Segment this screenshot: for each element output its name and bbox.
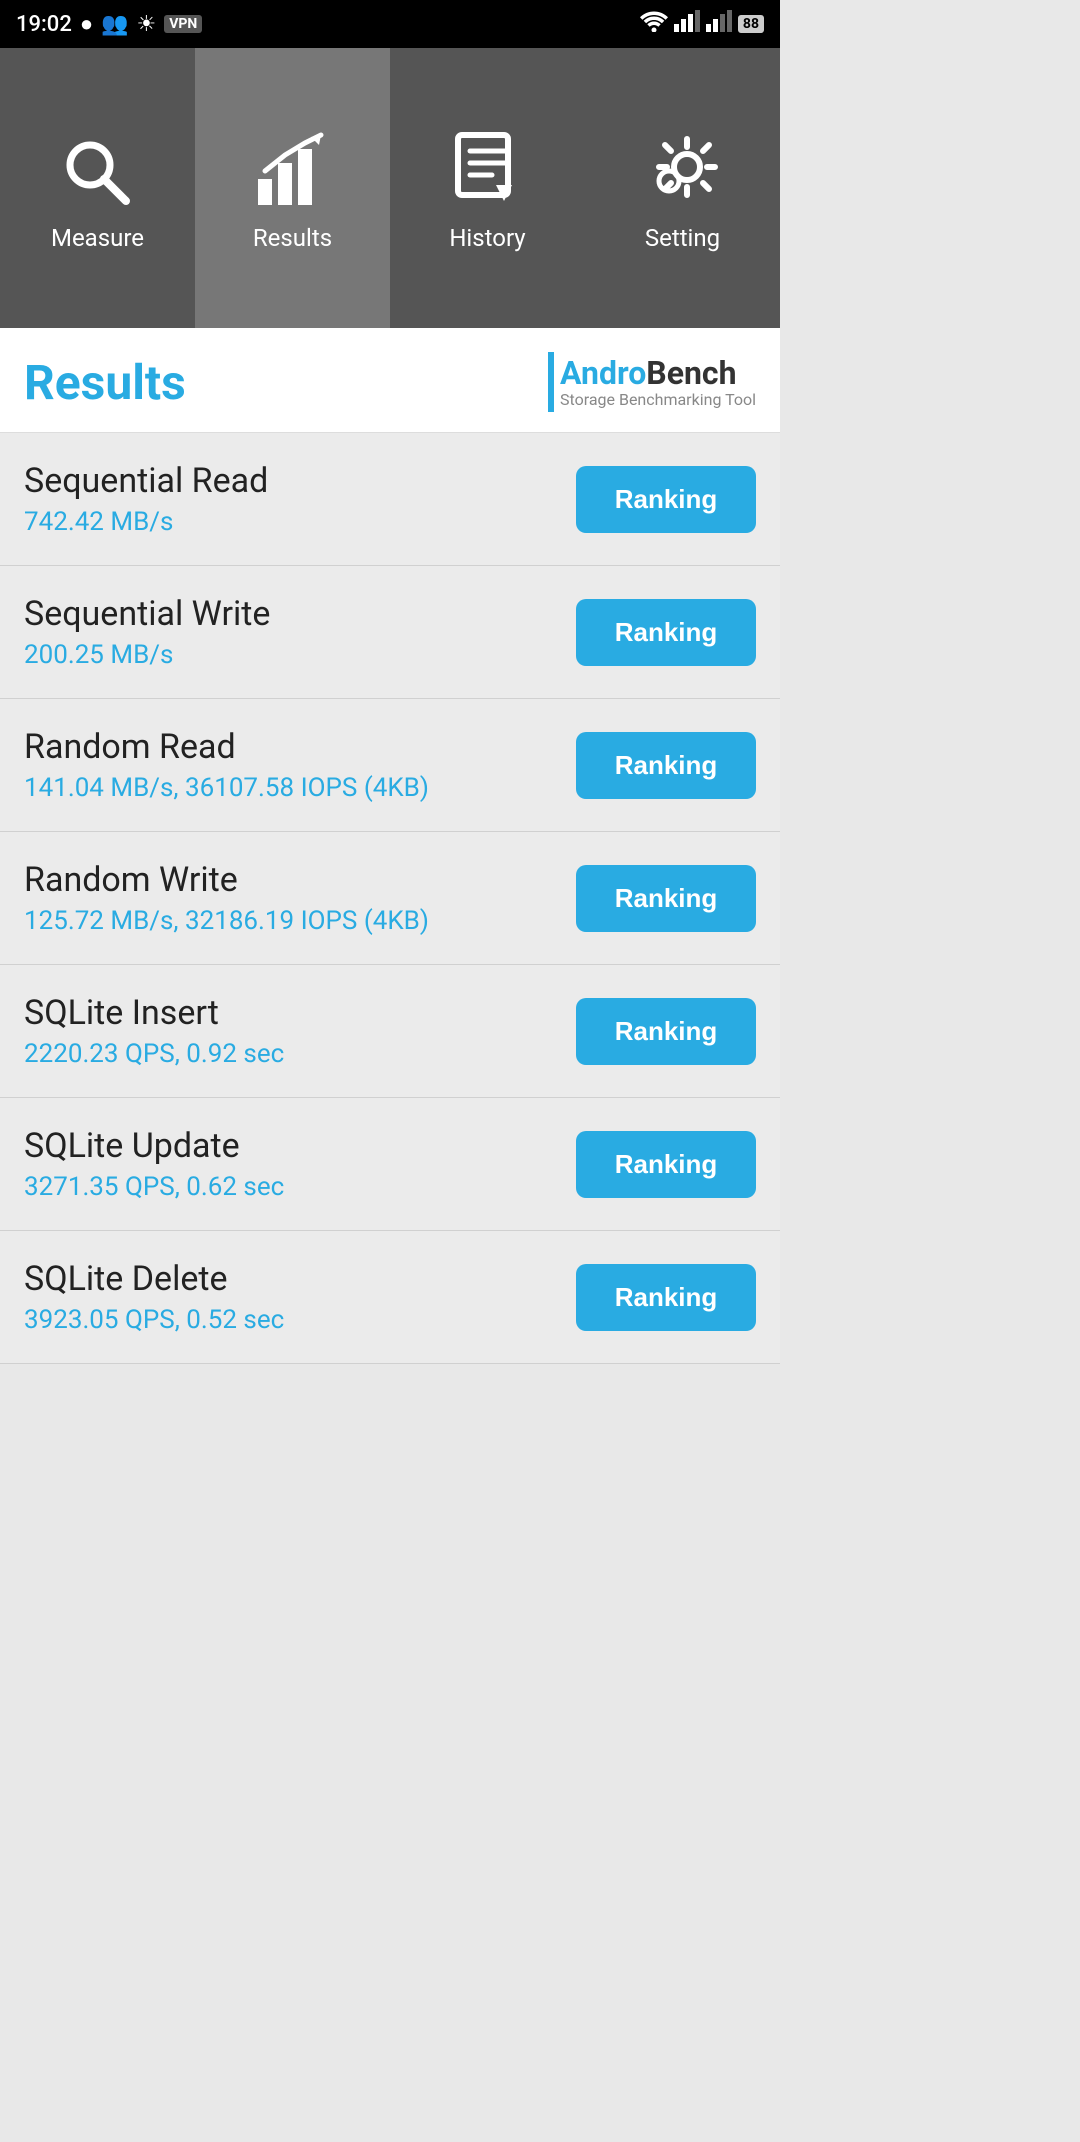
status-notif: ● (80, 11, 93, 37)
result-info: Random Read 141.04 MB/s, 36107.58 IOPS (4… (24, 727, 576, 803)
result-row: SQLite Delete 3923.05 QPS, 0.52 secRankin… (0, 1231, 780, 1364)
vpn-badge: VPN (164, 15, 202, 33)
brand-text-wrapper: AndroBench Storage Benchmarking Tool (560, 356, 756, 409)
status-people-icon: 👥 (101, 12, 128, 37)
result-row: SQLite Insert 2220.23 QPS, 0.92 secRankin… (0, 965, 780, 1098)
result-info: Sequential Read 742.42 MB/s (24, 461, 576, 537)
result-info: SQLite Update 3271.35 QPS, 0.62 sec (24, 1126, 576, 1202)
status-brightness-icon: ☀ (137, 12, 157, 37)
result-info: Random Write 125.72 MB/s, 32186.19 IOPS (… (24, 860, 576, 936)
signal-icon (674, 10, 700, 38)
ranking-button[interactable]: Ranking (576, 466, 756, 533)
tab-results[interactable]: Results (195, 48, 390, 328)
result-value: 200.25 MB/s (24, 640, 576, 670)
brand-bar (548, 352, 554, 412)
ranking-button[interactable]: Ranking (576, 1264, 756, 1331)
brand-logo: AndroBench Storage Benchmarking Tool (548, 352, 756, 412)
brand-subtitle: Storage Benchmarking Tool (560, 391, 756, 409)
result-info: SQLite Delete 3923.05 QPS, 0.52 sec (24, 1259, 576, 1335)
tab-setting-label: Setting (645, 224, 720, 252)
tab-setting[interactable]: Setting (585, 48, 780, 328)
tab-measure[interactable]: Measure (0, 48, 195, 328)
ranking-button[interactable]: Ranking (576, 998, 756, 1065)
status-left: 19:02 ● 👥 ☀ VPN (16, 11, 202, 37)
battery-badge: 88 (738, 15, 764, 33)
setting-icon (638, 124, 728, 214)
status-bar: 19:02 ● 👥 ☀ VPN (0, 0, 780, 48)
wifi-icon (640, 10, 668, 38)
result-title: SQLite Delete (24, 1259, 576, 1299)
tab-results-label: Results (253, 224, 332, 252)
result-value: 125.72 MB/s, 32186.19 IOPS (4KB) (24, 906, 576, 936)
signal2-icon (706, 10, 732, 38)
ranking-button[interactable]: Ranking (576, 599, 756, 666)
status-time: 19:02 (16, 12, 72, 37)
result-row: Random Read 141.04 MB/s, 36107.58 IOPS (4… (0, 699, 780, 832)
result-row: Sequential Write 200.25 MB/sRanking (0, 566, 780, 699)
bottom-space (0, 1364, 780, 1764)
results-icon (248, 124, 338, 214)
result-info: SQLite Insert 2220.23 QPS, 0.92 sec (24, 993, 576, 1069)
result-row: SQLite Update 3271.35 QPS, 0.62 secRankin… (0, 1098, 780, 1231)
result-title: Random Read (24, 727, 576, 767)
brand-name-part1: Andro (560, 354, 646, 392)
brand-name-part2: Bench (646, 354, 736, 392)
result-title: Sequential Write (24, 594, 576, 634)
tab-measure-label: Measure (51, 224, 144, 252)
tab-history[interactable]: History (390, 48, 585, 328)
history-icon (443, 124, 533, 214)
result-title: Random Write (24, 860, 576, 900)
measure-icon (53, 124, 143, 214)
tab-history-label: History (449, 224, 525, 252)
page-header: Results AndroBench Storage Benchmarking … (0, 328, 780, 433)
result-info: Sequential Write 200.25 MB/s (24, 594, 576, 670)
result-value: 141.04 MB/s, 36107.58 IOPS (4KB) (24, 773, 576, 803)
result-title: SQLite Update (24, 1126, 576, 1166)
result-title: Sequential Read (24, 461, 576, 501)
result-value: 2220.23 QPS, 0.92 sec (24, 1039, 576, 1069)
result-row: Sequential Read 742.42 MB/sRanking (0, 433, 780, 566)
brand-name: AndroBench (560, 356, 756, 391)
status-right: 88 (640, 10, 764, 38)
page-title: Results (24, 354, 186, 411)
result-row: Random Write 125.72 MB/s, 32186.19 IOPS (… (0, 832, 780, 965)
tab-bar: Measure Results History (0, 48, 780, 328)
ranking-button[interactable]: Ranking (576, 732, 756, 799)
ranking-button[interactable]: Ranking (576, 865, 756, 932)
result-value: 742.42 MB/s (24, 507, 576, 537)
result-title: SQLite Insert (24, 993, 576, 1033)
result-value: 3923.05 QPS, 0.52 sec (24, 1305, 576, 1335)
results-list: Sequential Read742.42 MB/sRankingSequent… (0, 433, 780, 1364)
result-value: 3271.35 QPS, 0.62 sec (24, 1172, 576, 1202)
ranking-button[interactable]: Ranking (576, 1131, 756, 1198)
